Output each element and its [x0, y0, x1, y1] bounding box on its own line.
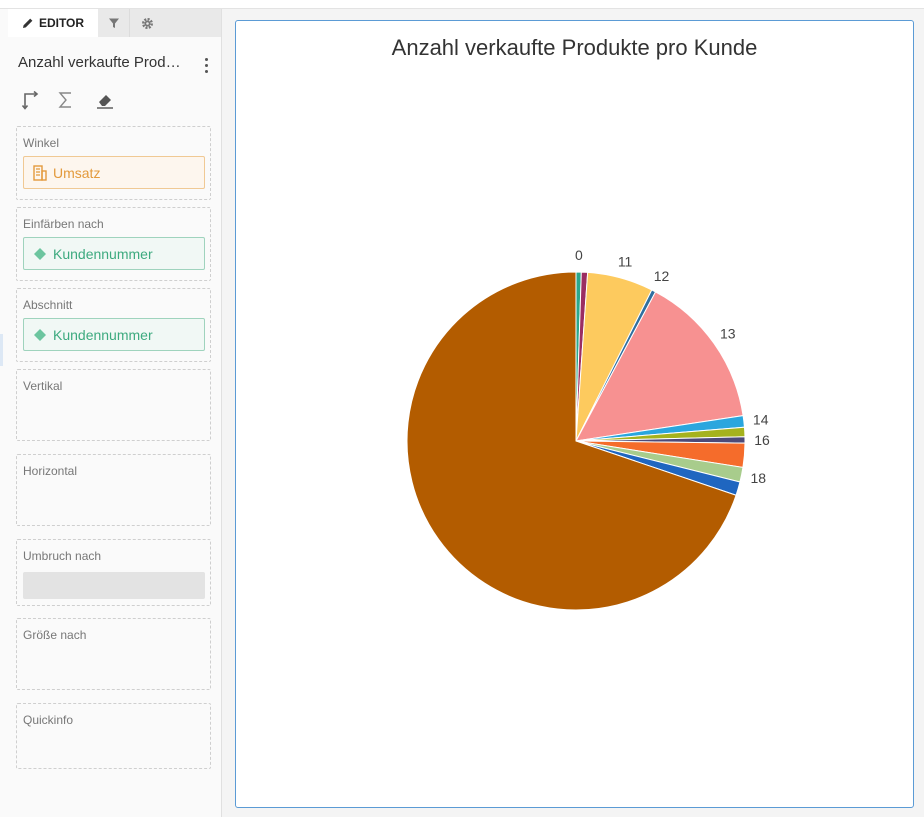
umbruch-drop-area[interactable] [23, 572, 205, 599]
dimension-icon [34, 247, 46, 260]
well-groesse-label: Größe nach [23, 628, 87, 642]
top-bar [0, 0, 924, 9]
well-quickinfo[interactable]: Quickinfo [16, 703, 211, 769]
slice-label: 18 [751, 470, 767, 486]
measure-icon [33, 164, 47, 181]
tab-filter[interactable] [98, 9, 130, 37]
dimension-icon [34, 328, 46, 341]
field-pill-kundennummer-section[interactable]: Kundennummer [23, 318, 205, 351]
well-abschnitt[interactable]: Abschnitt Kundennummer [16, 288, 211, 362]
visual-container[interactable]: Anzahl verkaufte Produkte pro Kunde 0 11 1… [235, 20, 914, 808]
slice-label: 11 [618, 254, 633, 270]
tab-editor-label: EDITOR [38, 16, 85, 30]
slice-label: 16 [754, 432, 770, 448]
tab-settings[interactable] [131, 9, 163, 37]
field-pill-kundennummer-label: Kundennummer [53, 245, 153, 262]
swap-axes-icon[interactable] [20, 89, 42, 111]
panel-edge-marker [0, 334, 3, 366]
field-pill-umsatz-label: Umsatz [53, 164, 101, 181]
well-winkel[interactable]: Winkel Umsatz [16, 126, 211, 200]
well-umbruch-label: Umbruch nach [23, 549, 102, 563]
eraser-icon[interactable] [94, 89, 116, 111]
more-options-icon[interactable] [198, 55, 214, 75]
pie-chart[interactable]: 0 11 12 13 14 16 18 [236, 21, 913, 807]
well-horizontal[interactable]: Horizontal [16, 454, 211, 526]
filter-icon [108, 18, 119, 28]
well-einfaerben-nach[interactable]: Einfärben nach Kundennummer [16, 207, 211, 281]
well-abschnitt-label: Abschnitt [23, 298, 73, 312]
well-einfaerben-label: Einfärben nach [23, 217, 104, 231]
field-pill-kundennummer-color[interactable]: Kundennummer [23, 237, 205, 270]
slice-label: 0 [575, 247, 583, 263]
slice-label: 12 [654, 268, 670, 284]
well-horizontal-label: Horizontal [23, 464, 78, 478]
field-pill-umsatz[interactable]: Umsatz [23, 156, 205, 189]
sidebar-tabs: EDITOR [8, 9, 221, 37]
well-vertikal-label: Vertikal [23, 379, 63, 393]
gear-icon [141, 17, 153, 29]
well-quickinfo-label: Quickinfo [23, 713, 74, 727]
tab-editor[interactable]: EDITOR [8, 9, 98, 37]
pencil-icon [22, 18, 33, 28]
slice-label: 13 [720, 326, 736, 342]
field-pill-kundennummer-label: Kundennummer [53, 326, 153, 343]
sigma-icon[interactable] [55, 89, 77, 111]
well-umbruch-nach[interactable]: Umbruch nach [16, 539, 211, 606]
well-winkel-label: Winkel [23, 136, 60, 150]
well-groesse-nach[interactable]: Größe nach [16, 618, 211, 690]
well-vertikal[interactable]: Vertikal [16, 369, 211, 441]
visualization-title[interactable]: Anzahl verkaufte Produkte pro Kunde [18, 54, 188, 71]
slice-label: 14 [753, 411, 769, 427]
editor-sidebar: EDITOR Anzahl verkaufte Produkte pro Kun… [0, 9, 222, 817]
